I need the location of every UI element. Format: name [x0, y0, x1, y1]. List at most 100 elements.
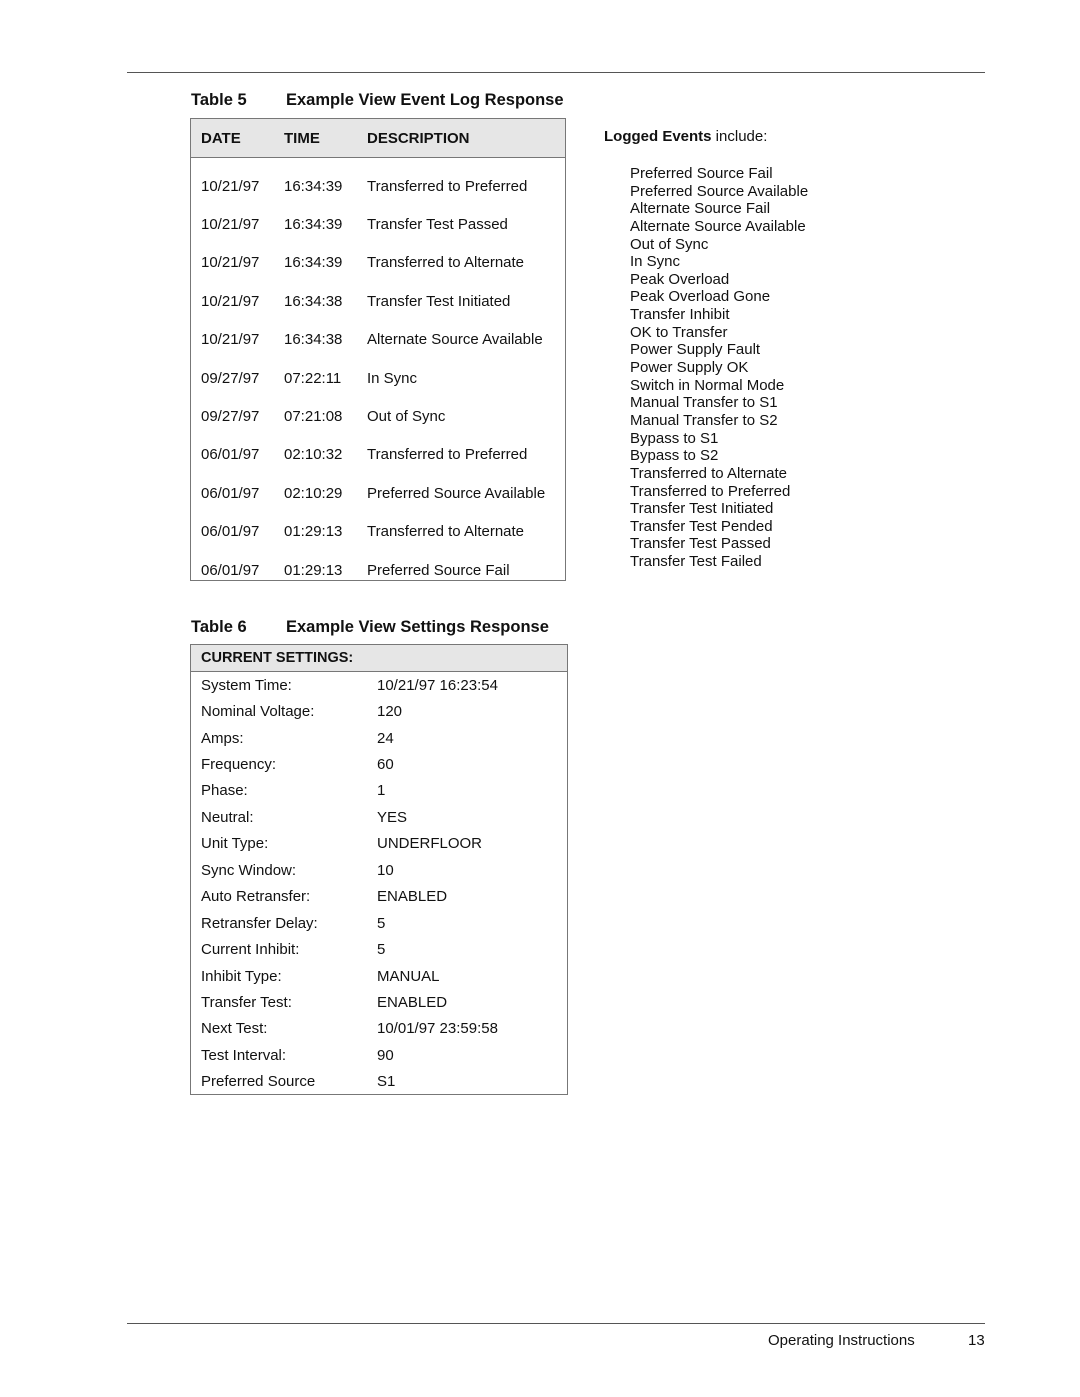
setting-label: Retransfer Delay:: [201, 914, 318, 932]
cell-date: 06/01/97: [201, 523, 260, 541]
list-item: Alternate Source Fail: [630, 200, 771, 218]
list-item: Transferred to Preferred: [630, 482, 791, 500]
settings-row: Frequency: 60: [191, 751, 567, 777]
settings-row: Test Interval: 90: [191, 1042, 567, 1068]
setting-value: 10/21/97 16:23:54: [377, 676, 498, 694]
setting-label: Transfer Test:: [201, 993, 292, 1011]
setting-value: YES: [377, 808, 408, 826]
settings-table: CURRENT SETTINGS: System Time: 10/21/97 1…: [190, 644, 568, 1095]
cell-description: Transferred to Alternate: [367, 523, 525, 541]
list-item: Bypass to S2: [630, 447, 719, 465]
cell-time: 02:10:29: [284, 484, 343, 502]
setting-value: UNDERFLOOR: [377, 835, 483, 853]
table-row: 10/21/97 16:34:39 Transferred to Alternate: [191, 244, 565, 282]
setting-label: Nominal Voltage:: [201, 703, 315, 721]
logged-events-intro: Logged Events include:: [604, 128, 808, 145]
cell-date: 09/27/97: [201, 369, 260, 387]
logged-events-items: Preferred Source Fail Preferred Source Av…: [630, 165, 808, 571]
list-item: Transfer Test Passed: [630, 535, 771, 553]
logged-events-intro-bold: Logged Events: [604, 128, 712, 145]
list-item: Alternate Source Available: [630, 217, 806, 235]
setting-value: 5: [377, 941, 386, 959]
setting-value: 10/01/97 23:59:58: [377, 1020, 498, 1038]
cell-date: 10/21/97: [201, 292, 260, 310]
list-item: Transfer Test Initiated: [630, 500, 774, 518]
setting-label: Current Inhibit:: [201, 941, 300, 959]
settings-header: CURRENT SETTINGS:: [191, 645, 567, 672]
table-row: 06/01/97 02:10:29 Preferred Source Availab…: [191, 474, 565, 512]
list-item: Preferred Source Available: [630, 182, 809, 200]
list-item: Bypass to S1: [630, 429, 719, 447]
cell-time: 16:34:39: [284, 177, 343, 195]
settings-body: System Time: 10/21/97 16:23:54 Nominal Vol…: [191, 672, 567, 1095]
settings-row: Neutral: YES: [191, 804, 567, 830]
table5-caption: Table 5 Example View Event Log Response: [191, 91, 564, 110]
cell-date: 10/21/97: [201, 177, 260, 195]
cell-time: 16:34:38: [284, 292, 343, 310]
setting-value: 90: [377, 1046, 394, 1064]
list-item: Preferred Source Fail: [630, 165, 773, 182]
cell-date: 06/01/97: [201, 484, 260, 502]
table5-title: Example View Event Log Response: [286, 91, 564, 109]
cell-time: 16:34:38: [284, 331, 343, 349]
table6-title: Example View Settings Response: [286, 618, 549, 636]
setting-label: Inhibit Type:: [201, 967, 282, 985]
table-row: 10/21/97 16:34:39 Transferred to Preferred: [191, 167, 565, 205]
cell-date: 06/01/97: [201, 446, 260, 464]
settings-row: Transfer Test: ENABLED: [191, 989, 567, 1015]
setting-label: Phase:: [201, 782, 248, 800]
settings-row: Phase: 1: [191, 778, 567, 804]
cell-description: Alternate Source Available: [367, 331, 543, 349]
cell-time: 01:29:13: [284, 523, 343, 541]
setting-label: Frequency:: [201, 756, 277, 774]
list-item: Power Supply OK: [630, 359, 749, 377]
setting-value: 24: [377, 729, 394, 747]
table-row: 10/21/97 16:34:39 Transfer Test Passed: [191, 205, 565, 243]
setting-label: Unit Type:: [201, 835, 269, 853]
list-item: Transfer Test Pended: [630, 517, 773, 535]
list-item: Out of Sync: [630, 235, 709, 253]
cell-description: Preferred Source Available: [367, 484, 546, 502]
cell-description: Transferred to Preferred: [367, 446, 528, 464]
cell-description: Transferred to Preferred: [367, 177, 528, 195]
cell-description: Out of Sync: [367, 408, 446, 426]
settings-row: Inhibit Type: MANUAL: [191, 963, 567, 989]
cell-date: 06/01/97: [201, 561, 260, 579]
list-item: Manual Transfer to S2: [630, 411, 778, 429]
list-item: Transferred to Alternate: [630, 464, 788, 482]
list-item: In Sync: [630, 253, 681, 271]
cell-date: 09/27/97: [201, 408, 260, 426]
cell-date: 10/21/97: [201, 216, 260, 234]
logged-events-intro-rest: include:: [711, 128, 768, 145]
column-header-date: DATE: [201, 129, 241, 147]
setting-label: Sync Window:: [201, 861, 297, 879]
table5-label: Table 5: [191, 91, 247, 109]
list-item: Transfer Test Failed: [630, 553, 762, 571]
settings-row: Preferred Source S1: [191, 1069, 567, 1095]
table-row: 10/21/97 16:34:38 Alternate Source Availab…: [191, 321, 565, 359]
column-header-time: TIME: [284, 129, 320, 147]
setting-value: 60: [377, 756, 394, 774]
settings-row: Next Test: 10/01/97 23:59:58: [191, 1016, 567, 1042]
setting-label: Auto Retransfer:: [201, 888, 311, 906]
event-log-header: DATE TIME DESCRIPTION: [191, 119, 565, 158]
settings-row: Sync Window: 10: [191, 857, 567, 883]
table-row: 10/21/97 16:34:38 Transfer Test Initiated: [191, 282, 565, 320]
footer-section-title: Operating Instructions: [768, 1332, 915, 1349]
page-number: 13: [968, 1332, 985, 1349]
settings-row: Current Inhibit: 5: [191, 936, 567, 962]
settings-row: Unit Type: UNDERFLOOR: [191, 831, 567, 857]
table6-label: Table 6: [191, 618, 247, 636]
header-rule: [127, 72, 985, 73]
list-item: Manual Transfer to S1: [630, 394, 778, 412]
settings-row: Auto Retransfer: ENABLED: [191, 884, 567, 910]
setting-label: Preferred Source: [201, 1073, 316, 1091]
setting-label: Next Test:: [201, 1020, 268, 1038]
list-item: Peak Overload Gone: [630, 288, 771, 306]
column-header-description: DESCRIPTION: [367, 129, 470, 147]
cell-description: Transfer Test Initiated: [367, 292, 511, 310]
footer-rule: [127, 1323, 985, 1324]
settings-row: Amps: 24: [191, 725, 567, 751]
cell-description: Preferred Source Fail: [367, 561, 510, 579]
table-row: 09/27/97 07:22:11 In Sync: [191, 359, 565, 397]
